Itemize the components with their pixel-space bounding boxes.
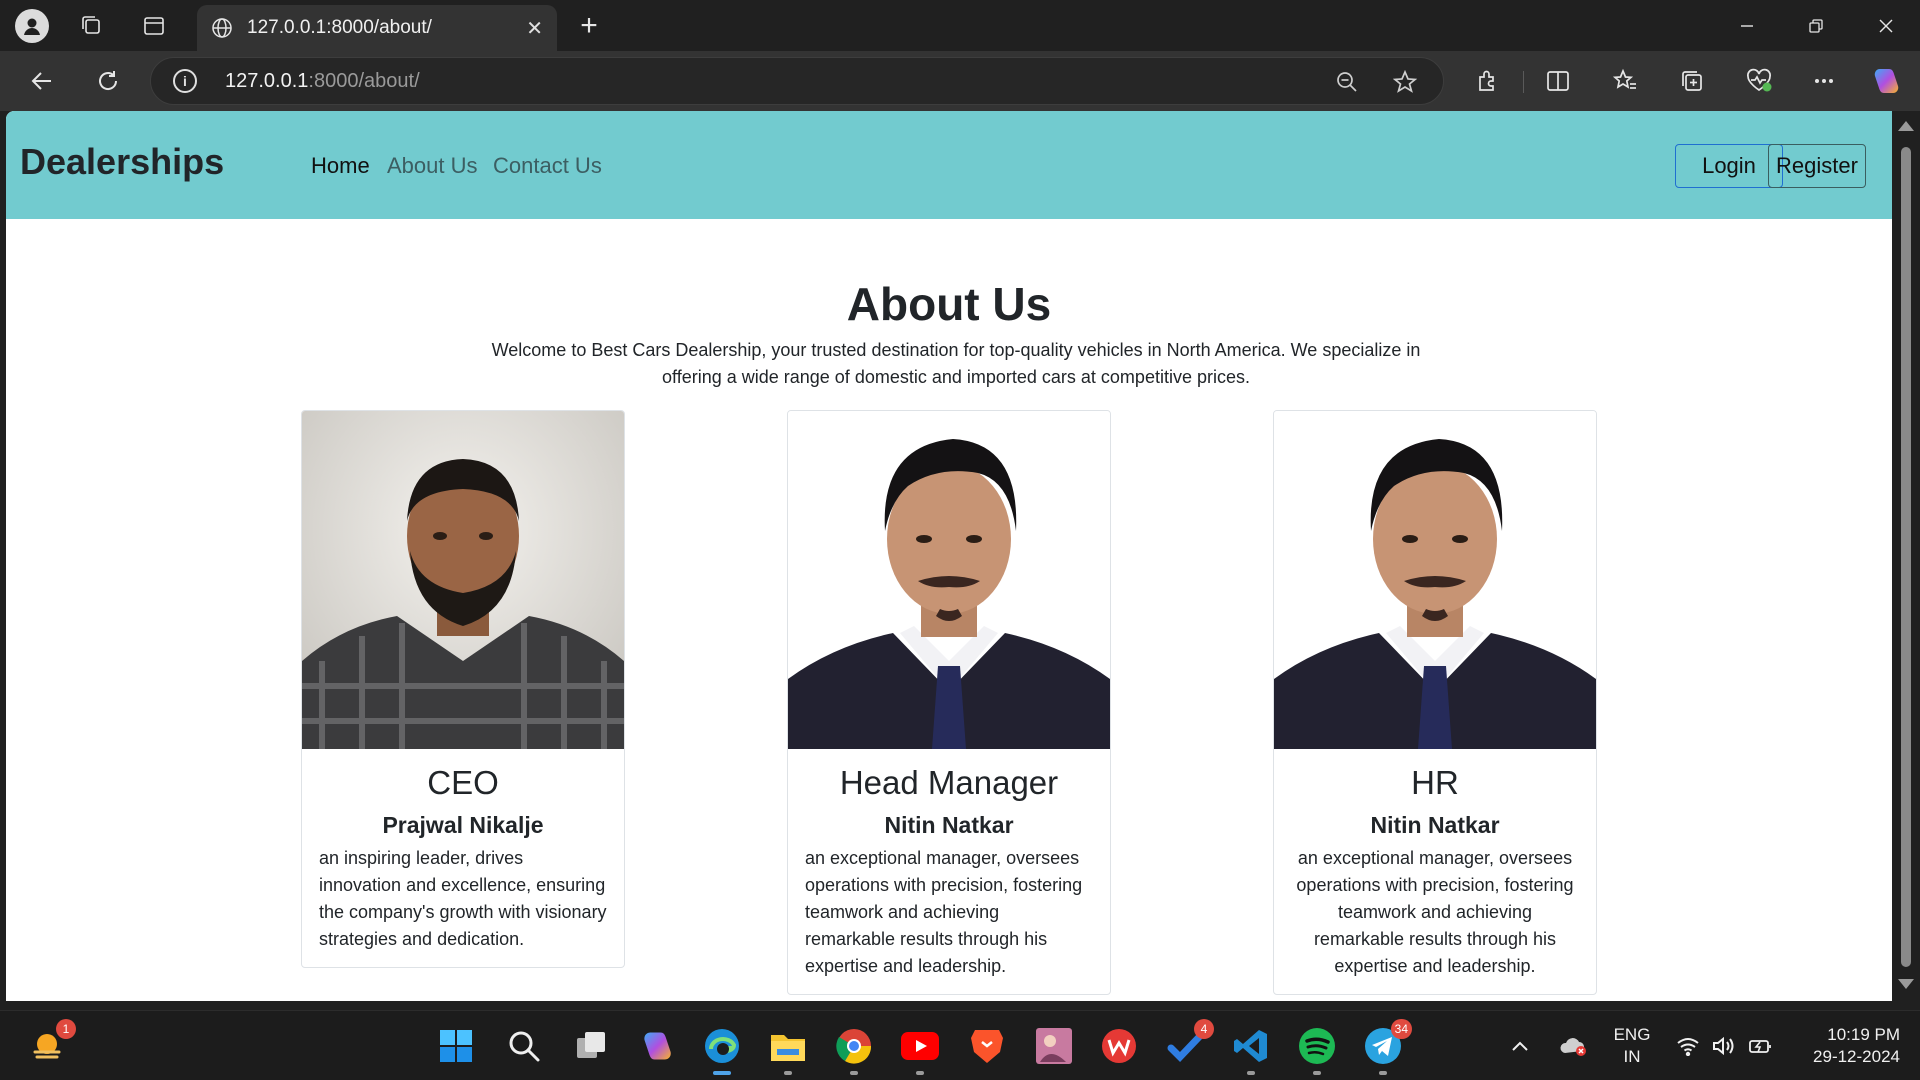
- site-info-icon[interactable]: i: [173, 69, 197, 93]
- scrollbar-thumb[interactable]: [1901, 147, 1911, 967]
- workspaces-icon[interactable]: [74, 8, 110, 44]
- language-indicator[interactable]: ENG IN: [1604, 1024, 1660, 1068]
- running-indicator: [1379, 1071, 1387, 1075]
- spotify-icon[interactable]: [1296, 1025, 1338, 1075]
- new-tab-button[interactable]: +: [572, 9, 606, 43]
- favorites-icon[interactable]: [1607, 63, 1643, 99]
- url-host: 127.0.0.1: [225, 70, 309, 92]
- team-card-ceo: CEO Prajwal Nikalje an inspiring leader,…: [301, 410, 625, 968]
- scroll-up-arrow-icon[interactable]: [1898, 121, 1914, 131]
- youtube-icon[interactable]: [899, 1025, 941, 1075]
- card-description: an inspiring leader, drives innovation a…: [319, 848, 607, 949]
- url-path: :8000/about/: [308, 70, 420, 92]
- browser-toolbar: i 127.0.0.1:8000/about/: [0, 51, 1920, 111]
- page-scrollbar[interactable]: [1892, 111, 1920, 1001]
- copilot-taskbar-icon[interactable]: [636, 1025, 678, 1067]
- vscode-icon[interactable]: [1230, 1025, 1272, 1075]
- intro-paragraph: Welcome to Best Cars Dealership, your tr…: [491, 340, 1421, 387]
- card-person-name: Nitin Natkar: [1370, 812, 1500, 838]
- photos-app-icon[interactable]: [1033, 1025, 1075, 1067]
- running-indicator: [916, 1071, 924, 1075]
- running-indicator: [1247, 1071, 1255, 1075]
- nav-about-link[interactable]: About Us: [387, 153, 478, 179]
- refresh-icon[interactable]: [90, 63, 126, 99]
- browser-essentials-icon[interactable]: [1741, 63, 1777, 99]
- battery-charging-icon[interactable]: [1745, 1025, 1777, 1067]
- site-navbar: Dealerships Home About Us Contact Us Log…: [6, 111, 1892, 219]
- region-code: IN: [1623, 1047, 1641, 1066]
- back-arrow-icon[interactable]: [24, 63, 60, 99]
- telegram-badge: 34: [1390, 1019, 1412, 1039]
- todo-app-icon[interactable]: 4: [1164, 1019, 1214, 1067]
- clock-time: 10:19 PM: [1827, 1025, 1900, 1044]
- login-button[interactable]: Login: [1675, 144, 1783, 188]
- restore-icon[interactable]: [1796, 8, 1836, 44]
- active-indicator: [713, 1071, 731, 1075]
- team-card-hr: HR Nitin Natkar an exceptional manager, …: [1273, 410, 1597, 995]
- window-close-icon[interactable]: [1866, 8, 1906, 44]
- tab-title: 127.0.0.1:8000/about/: [247, 17, 432, 38]
- task-view-icon[interactable]: [570, 1025, 612, 1067]
- card-description: an exceptional manager, oversees operati…: [1296, 848, 1574, 976]
- search-icon[interactable]: [503, 1025, 545, 1067]
- tab-close-icon[interactable]: ✕: [526, 16, 543, 41]
- card-person-name: Nitin Natkar: [884, 812, 1014, 838]
- profile-icon: [15, 9, 49, 43]
- toolbar-divider: [1523, 71, 1524, 93]
- running-indicator: [784, 1071, 792, 1075]
- tray-chevron-up-icon[interactable]: [1505, 1025, 1535, 1067]
- minimize-icon[interactable]: [1727, 8, 1767, 44]
- profile-button[interactable]: [14, 8, 50, 44]
- head-manager-photo: [788, 411, 1110, 749]
- nav-contact-link[interactable]: Contact Us: [493, 153, 602, 179]
- register-button[interactable]: Register: [1768, 144, 1866, 188]
- split-screen-icon[interactable]: [1540, 63, 1576, 99]
- chrome-icon[interactable]: [833, 1025, 875, 1075]
- zoom-out-icon[interactable]: [1333, 68, 1361, 96]
- weather-badge: 1: [56, 1019, 76, 1039]
- clock[interactable]: 10:19 PM 29-12-2024: [1790, 1024, 1900, 1068]
- volume-icon[interactable]: [1707, 1025, 1739, 1067]
- hr-photo: [1274, 411, 1596, 749]
- wps-office-icon[interactable]: [1098, 1025, 1140, 1067]
- start-windows-icon[interactable]: [435, 1025, 477, 1067]
- tab-actions-icon[interactable]: [136, 8, 172, 44]
- telegram-icon[interactable]: 34: [1362, 1019, 1412, 1075]
- scroll-down-arrow-icon[interactable]: [1898, 979, 1914, 989]
- wifi-icon[interactable]: [1672, 1025, 1704, 1067]
- card-role: CEO: [427, 764, 499, 801]
- running-indicator: [1313, 1071, 1321, 1075]
- address-bar[interactable]: i 127.0.0.1:8000/about/: [150, 57, 1444, 105]
- copilot-icon[interactable]: [1868, 63, 1904, 99]
- file-explorer-icon[interactable]: [767, 1025, 809, 1075]
- language-code: ENG: [1613, 1025, 1651, 1044]
- nav-home-link[interactable]: Home: [311, 153, 370, 179]
- card-role: Head Manager: [839, 764, 1059, 801]
- extensions-icon[interactable]: [1469, 63, 1505, 99]
- weather-widget-icon[interactable]: 1: [26, 1019, 76, 1067]
- windows-taskbar: 1 4 34 ENG IN 10:19 PM 29-12-2024: [0, 1010, 1920, 1080]
- card-person-name: Prajwal Nikalje: [382, 812, 544, 838]
- card-role: HR: [1411, 764, 1459, 801]
- active-tab[interactable]: 127.0.0.1:8000/about/ ✕: [197, 5, 557, 51]
- collections-icon[interactable]: [1674, 63, 1710, 99]
- url-text[interactable]: 127.0.0.1:8000/about/: [225, 70, 420, 93]
- card-description: an exceptional manager, oversees operati…: [805, 848, 1083, 976]
- running-indicator: [850, 1071, 858, 1075]
- clock-date: 29-12-2024: [1813, 1047, 1900, 1066]
- globe-icon: [212, 18, 232, 38]
- page-viewport: Dealerships Home About Us Contact Us Log…: [6, 111, 1892, 1001]
- favorite-star-icon[interactable]: [1391, 68, 1419, 96]
- browser-tab-bar: 127.0.0.1:8000/about/ ✕ +: [0, 0, 1920, 51]
- team-card-head-manager: Head Manager Nitin Natkar an exceptional…: [787, 410, 1111, 995]
- edge-browser-icon[interactable]: [701, 1025, 743, 1075]
- onedrive-error-icon[interactable]: [1556, 1025, 1592, 1067]
- todo-badge: 4: [1194, 1019, 1214, 1039]
- page-title: About Us: [846, 278, 1052, 330]
- settings-more-icon[interactable]: [1806, 63, 1842, 99]
- ceo-photo: [302, 411, 624, 749]
- brave-browser-icon[interactable]: [966, 1025, 1008, 1067]
- site-brand[interactable]: Dealerships: [20, 141, 224, 183]
